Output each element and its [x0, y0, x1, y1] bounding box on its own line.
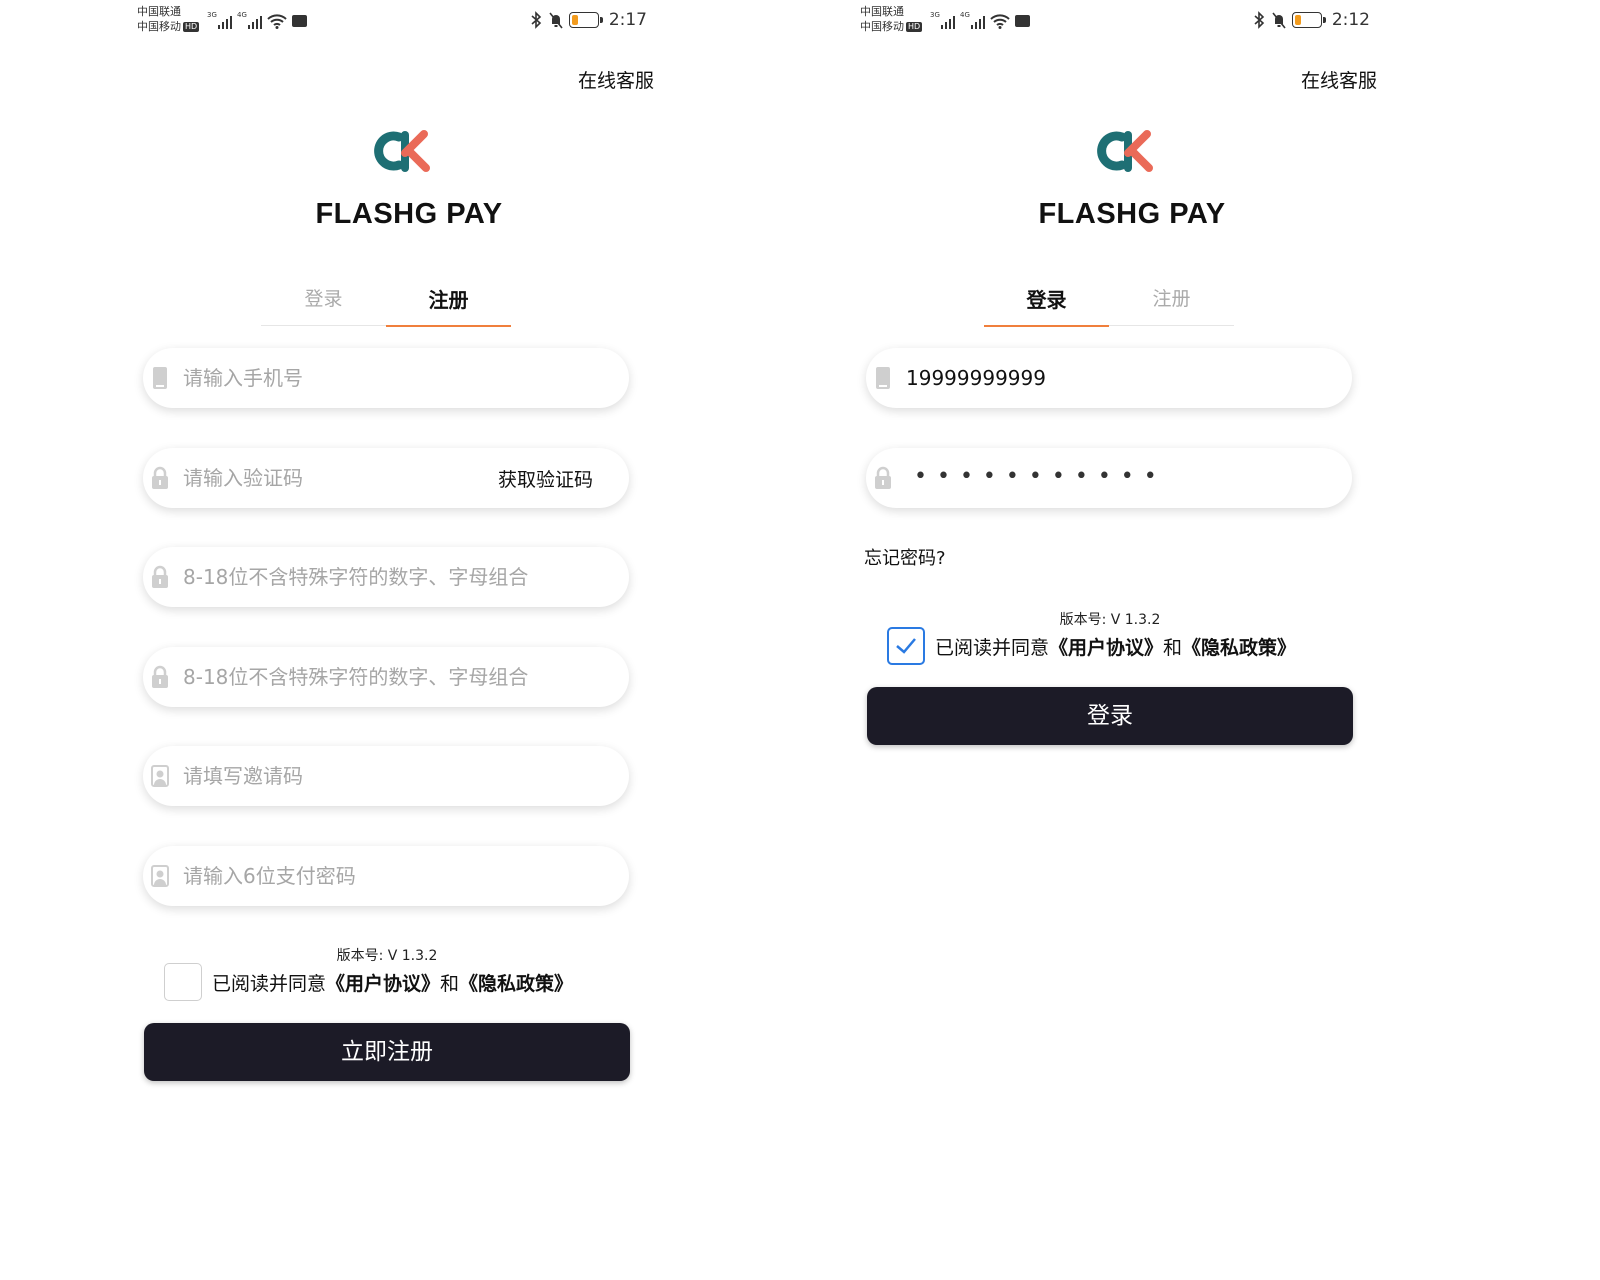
login-button[interactable]: 登录 — [867, 687, 1353, 745]
carrier-2: 中国移动 — [137, 20, 181, 33]
password-input[interactable]: ••••••••••• — [914, 464, 1167, 489]
password-field: ••••••••••• — [866, 448, 1352, 508]
privacy-policy-link[interactable]: 《隐私政策》 — [1182, 637, 1296, 659]
mute-icon — [549, 11, 563, 29]
code-field: 获取验证码 — [143, 448, 629, 508]
register-button[interactable]: 立即注册 — [144, 1023, 630, 1081]
confirm-password-field — [143, 647, 629, 707]
battery-icon — [1291, 12, 1326, 28]
phone-field — [143, 348, 629, 408]
agreement-row: 已阅读并同意《用户协议》和《隐私政策》 — [887, 627, 1296, 665]
online-service-link[interactable]: 在线客服 — [1301, 66, 1377, 93]
carrier-1: 中国联通 — [860, 5, 904, 18]
user-icon — [151, 864, 169, 888]
register-screen: 中国联通 中国移动 HD 3G 4G 2:17 在线客服 FLASHG PAY 登… — [135, 0, 695, 1280]
logo-icon — [371, 128, 433, 174]
phone-field — [866, 348, 1352, 408]
carrier-info: 中国联通 中国移动 HD — [137, 4, 200, 34]
status-bar: 中国联通 中国移动 HD 3G 4G 2:17 — [135, 0, 647, 40]
lock-icon — [151, 565, 169, 589]
signal-icon: 3G — [930, 11, 955, 29]
status-bar: 中国联通 中国移动 HD 3G 4G 2:12 — [858, 0, 1370, 40]
version-text: 版本号: V 1.3.2 — [1059, 612, 1161, 628]
user-icon — [151, 764, 169, 788]
get-code-button[interactable]: 获取验证码 — [498, 465, 593, 492]
message-icon — [1015, 15, 1030, 27]
hd-badge: HD — [183, 22, 200, 32]
tab-login[interactable]: 登录 — [261, 278, 386, 325]
wifi-icon — [267, 13, 287, 29]
code-input[interactable] — [183, 460, 483, 496]
lock-icon — [151, 466, 169, 490]
lock-icon — [874, 466, 892, 490]
signal-icon: 3G — [207, 11, 232, 29]
bluetooth-icon — [529, 11, 543, 29]
forgot-password-link[interactable]: 忘记密码? — [864, 544, 946, 570]
invite-code-field — [143, 746, 629, 806]
agree-checkbox[interactable] — [887, 627, 925, 665]
pay-password-input[interactable] — [183, 858, 483, 894]
bluetooth-icon — [1252, 11, 1266, 29]
brand-title: FLASHG PAY — [315, 198, 503, 230]
battery-icon — [568, 12, 603, 28]
wifi-icon — [990, 13, 1010, 29]
online-service-link[interactable]: 在线客服 — [578, 66, 654, 93]
logo-icon — [1094, 128, 1156, 174]
carrier-2: 中国移动 — [860, 20, 904, 33]
auth-tabs: 登录 注册 — [261, 278, 511, 327]
lock-icon — [151, 665, 169, 689]
tab-login[interactable]: 登录 — [984, 278, 1109, 327]
pay-password-field — [143, 846, 629, 906]
password-input[interactable] — [183, 559, 613, 595]
signal-icon: 4G — [960, 11, 985, 29]
user-agreement-link[interactable]: 《用户协议》 — [326, 973, 440, 995]
login-screen: 中国联通 中国移动 HD 3G 4G 2:12 在线客服 FLASHG PAY 登… — [858, 0, 1418, 1280]
brand-title: FLASHG PAY — [1038, 198, 1226, 230]
clock: 2:12 — [1331, 10, 1370, 30]
phone-input[interactable] — [906, 360, 1206, 396]
version-text: 版本号: V 1.3.2 — [336, 948, 438, 964]
message-icon — [292, 15, 307, 27]
mute-icon — [1272, 11, 1286, 29]
password-field — [143, 547, 629, 607]
privacy-policy-link[interactable]: 《隐私政策》 — [459, 973, 573, 995]
clock: 2:17 — [608, 10, 647, 30]
tab-register[interactable]: 注册 — [386, 278, 511, 327]
agreement-text: 已阅读并同意《用户协议》和《隐私政策》 — [935, 636, 1297, 659]
phone-icon — [151, 366, 169, 390]
agreement-text: 已阅读并同意《用户协议》和《隐私政策》 — [212, 972, 574, 995]
signal-icon: 4G — [237, 11, 262, 29]
user-agreement-link[interactable]: 《用户协议》 — [1049, 637, 1163, 659]
invite-code-input[interactable] — [183, 758, 483, 794]
confirm-password-input[interactable] — [183, 659, 613, 695]
phone-input[interactable] — [183, 360, 483, 396]
carrier-info: 中国联通 中国移动 HD — [860, 4, 923, 34]
tab-register[interactable]: 注册 — [1109, 278, 1234, 325]
agreement-row: 已阅读并同意《用户协议》和《隐私政策》 — [164, 963, 573, 1001]
auth-tabs: 登录 注册 — [984, 278, 1234, 327]
phone-icon — [874, 366, 892, 390]
checkmark-icon — [896, 638, 916, 654]
carrier-1: 中国联通 — [137, 5, 181, 18]
agree-checkbox[interactable] — [164, 963, 202, 1001]
hd-badge: HD — [906, 22, 923, 32]
